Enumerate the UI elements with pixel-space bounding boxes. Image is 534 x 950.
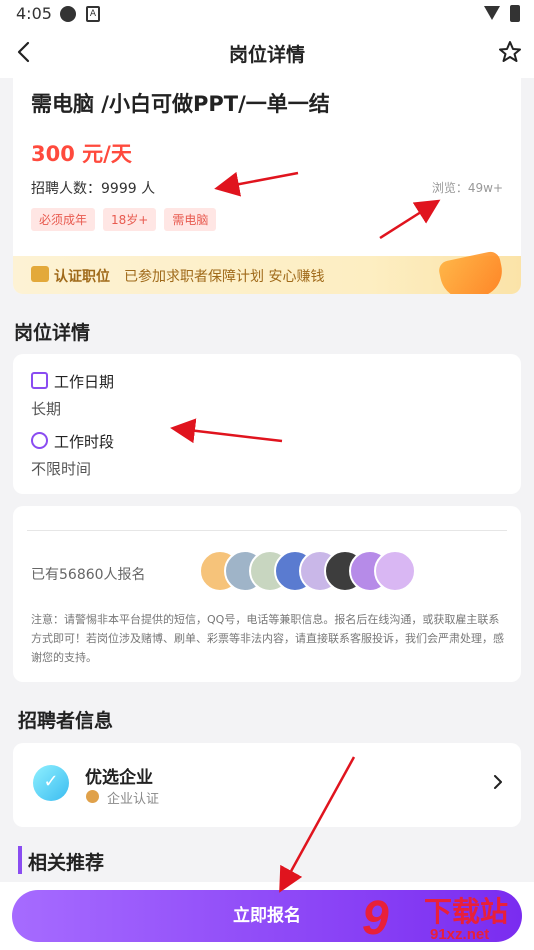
alarm-clock-icon [31, 432, 48, 449]
certification-badge-icon [31, 266, 49, 282]
work-time-value: 不限时间 [31, 460, 92, 478]
company-name: 优选企业 [85, 768, 153, 788]
nav-bar: 岗位详情 [0, 30, 534, 78]
work-time-label: 工作时段 [54, 433, 115, 451]
battery-icon [510, 5, 520, 22]
certification-label: 认证职位 [54, 269, 110, 285]
status-time: 4:05 [16, 4, 52, 23]
wifi-icon [484, 6, 500, 20]
recruiter-heading: 招聘者信息 [18, 710, 114, 732]
applicant-avatar [374, 550, 416, 592]
app-notification-icon [60, 6, 76, 22]
work-date-label: 工作日期 [54, 373, 115, 391]
related-accent-bar [18, 846, 22, 874]
certification-banner[interactable]: 认证职位 已参加求职者保障计划 安心赚钱 [13, 250, 521, 294]
watermark-logo: 9 [362, 892, 389, 945]
view-count: 浏览：49w+ [431, 181, 503, 195]
job-tags: 必须成年 18岁+ 需电脑 [31, 208, 217, 231]
favorite-star-icon[interactable] [496, 38, 524, 66]
recruit-count: 招聘人数：9999 人 [31, 181, 156, 197]
certified-medal-icon [86, 790, 99, 803]
job-tag: 需电脑 [164, 208, 217, 231]
company-certification: 企业认证 [107, 792, 160, 807]
company-card[interactable]: 优选企业 企业认证 [13, 743, 521, 827]
watermark-text: 下载站 [424, 895, 509, 928]
safety-notice: 注意：请警惕非本平台提供的短信，QQ号，电话等兼职信息。报名后在线沟通，或获取雇… [31, 613, 504, 664]
job-salary: 300 元/天 [31, 142, 132, 166]
signup-count: 已有56860人报名 [31, 567, 146, 583]
job-title: 需电脑 /小白可做PPT/一单一结 [31, 92, 330, 116]
job-tag: 18岁+ [103, 208, 157, 231]
status-bar: 4:05 A [0, 0, 534, 30]
details-heading: 岗位详情 [14, 322, 91, 344]
certification-text: 已参加求职者保障计划 安心赚钱 [124, 269, 325, 285]
notification-badge-icon: A [86, 6, 100, 22]
page-title: 岗位详情 [228, 44, 305, 66]
company-verified-logo-icon [33, 765, 69, 801]
site-watermark: 9 下载站 91xz.net [362, 888, 532, 950]
work-date-value: 长期 [31, 400, 62, 418]
job-details-card: 工作日期 长期 工作时段 不限时间 [13, 354, 521, 494]
job-tag: 必须成年 [31, 208, 96, 231]
chevron-right-icon [494, 775, 502, 789]
shield-check-icon [437, 250, 507, 294]
watermark-url: 91xz.net [430, 926, 490, 943]
signup-card: 已有56860人报名 注意：请警惕非本平台提供的短信，QQ号，电话等兼职信息。报… [13, 506, 521, 682]
related-heading: 相关推荐 [28, 852, 105, 874]
job-summary-card: 需电脑 /小白可做PPT/一单一结 300 元/天 招聘人数：9999 人 浏览… [13, 78, 521, 294]
calendar-icon [31, 372, 48, 389]
divider [27, 530, 507, 531]
